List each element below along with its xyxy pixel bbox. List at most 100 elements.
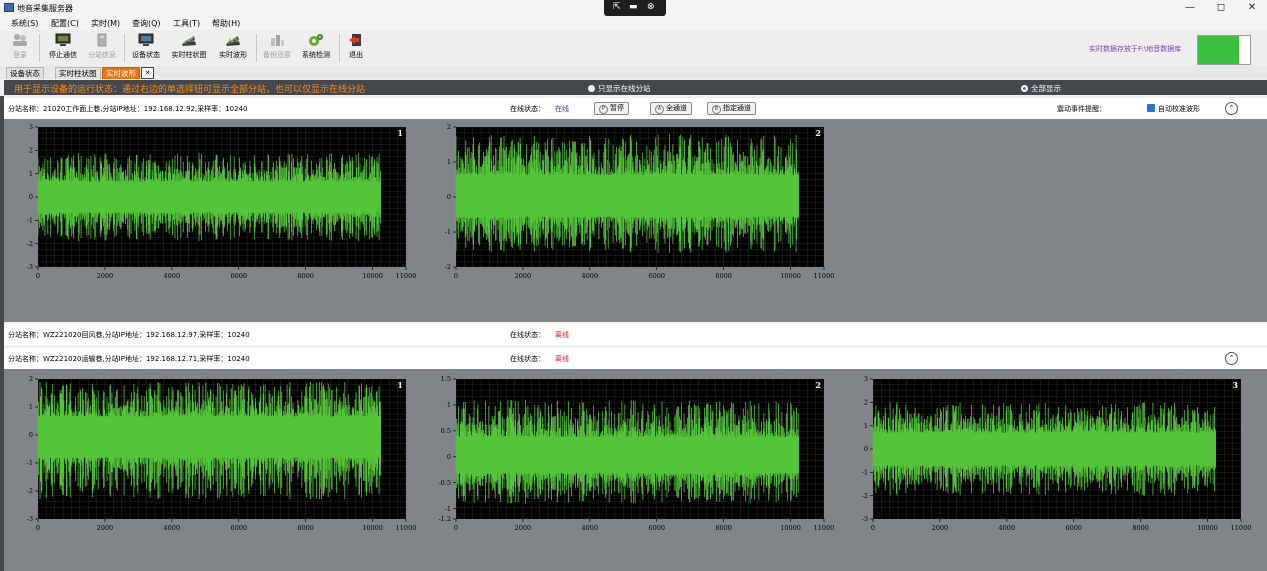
- exit-icon: [349, 34, 361, 46]
- login-button[interactable]: 登录: [8, 33, 32, 63]
- x-tick-label: 10000: [362, 524, 383, 532]
- y-tick-label: 0: [29, 193, 33, 201]
- x-tick-label: 6000: [230, 524, 247, 532]
- y-tick-label: -3: [27, 515, 33, 523]
- storage-path-text: 实时数据存放于F:\地音数据库: [1089, 45, 1182, 53]
- tab-strip: 设备状态 实时柱状图 实时波形: [0, 66, 1267, 79]
- y-tick-label: 0: [447, 453, 451, 461]
- x-tick-label: 4000: [999, 524, 1016, 532]
- y-tick-label: -2: [27, 487, 33, 495]
- y-tick-label: 2: [29, 147, 33, 155]
- x-tick-label: 4000: [582, 272, 599, 280]
- y-tick-label: -3: [27, 263, 33, 271]
- channel-number: 1: [397, 380, 403, 390]
- radio-show-all[interactable]: 全部显示: [1021, 83, 1061, 94]
- specified-channels-button[interactable]: B 指定通道: [707, 102, 756, 115]
- realtime-bar-chart-label: 实时柱状图: [171, 51, 207, 59]
- waveform-svg: 0 2000 4000 6000 8000 10000 11000 -3 -2 -1 0 1 2 1: [27, 375, 417, 532]
- close-circle-icon[interactable]: ⊗: [647, 2, 655, 12]
- menu-help[interactable]: 帮助(H): [212, 18, 240, 29]
- realtime-waveform-button[interactable]: 实时波形: [214, 33, 252, 63]
- toolbar-separator: [339, 34, 340, 62]
- backup-icon: [271, 35, 284, 46]
- minimize-button[interactable]: —: [1176, 1, 1204, 15]
- backup-restore-button[interactable]: 备份还原: [259, 33, 295, 63]
- realtime-bar-chart-button[interactable]: 实时柱状图: [167, 33, 211, 63]
- device-status-label: 设备状态: [132, 51, 160, 59]
- system-check-button[interactable]: 系统检测: [298, 33, 334, 63]
- info-bar: 用于显示设备的运行状态：通过右边的单选择钮可显示全部分站，也可以仅显示在线分站 …: [4, 80, 1267, 95]
- radio-show-all-label: 全部显示: [1031, 84, 1061, 93]
- stop-comm-button[interactable]: 停止通信: [44, 33, 82, 63]
- x-tick-label: 0: [454, 272, 458, 280]
- menu-tools[interactable]: 工具(T): [173, 18, 200, 29]
- station-info-button[interactable]: 分站信息: [84, 33, 120, 63]
- waveform-svg: 0 2000 4000 6000 8000 10000 11000 -2 -1 0 1 2 2: [445, 123, 835, 280]
- x-tick-label: 6000: [648, 524, 665, 532]
- y-tick-label: 2: [447, 123, 451, 131]
- x-tick-label: 0: [36, 524, 40, 532]
- radio-online-only[interactable]: 只显示在线分站: [588, 83, 651, 94]
- pause-button[interactable]: P 暂停: [594, 102, 629, 115]
- all-channels-button[interactable]: A 全通道: [650, 102, 692, 115]
- y-tick-label: -1.2: [438, 515, 451, 523]
- monitor-icon: [55, 33, 71, 46]
- y-tick-label: -1: [445, 228, 451, 236]
- y-tick-label: 1.5: [441, 375, 451, 383]
- x-tick-label: 0: [454, 524, 458, 532]
- y-tick-label: 0: [864, 445, 868, 453]
- tab-realtime-waveform[interactable]: 实时波形: [102, 67, 140, 79]
- y-tick-label: -2: [27, 240, 33, 248]
- status-label: 在线状态：: [510, 355, 545, 363]
- x-tick-label: 8000: [715, 524, 732, 532]
- y-tick-label: 2: [864, 399, 868, 407]
- menu-system[interactable]: 系统(S): [11, 18, 38, 29]
- x-tick-label: 11000: [1231, 524, 1252, 532]
- waveform-chart: 0 2000 4000 6000 8000 10000 11000 -1.2 -1 -0.5 0 0.…: [432, 375, 842, 537]
- close-button[interactable]: ✕: [1238, 1, 1266, 15]
- y-tick-label: 0: [447, 193, 451, 201]
- all-channels-key-icon: A: [655, 105, 664, 114]
- y-tick-label: 3: [29, 123, 33, 131]
- x-tick-label: 2000: [97, 524, 114, 532]
- x-tick-label: 8000: [1132, 524, 1149, 532]
- tab-device-status[interactable]: 设备状态: [6, 67, 44, 79]
- y-tick-label: 1: [29, 403, 33, 411]
- menu-bar: 系统(S) 配置(C) 实时(M) 查询(Q) 工具(T) 帮助(H): [0, 16, 1267, 30]
- collapse-up-icon[interactable]: ⌃: [1225, 102, 1238, 115]
- x-tick-label: 2000: [515, 524, 532, 532]
- y-tick-label: -2: [445, 263, 451, 271]
- pin-icon[interactable]: ⇱: [613, 2, 621, 12]
- event-alert-label: 震动事件提醒：: [1057, 105, 1106, 113]
- menu-config[interactable]: 配置(C): [51, 18, 79, 29]
- menu-realtime[interactable]: 实时(M): [91, 18, 120, 29]
- waveform-svg: 0 2000 4000 6000 8000 10000 11000 -3 -2 -1 0 1 2 3 1: [27, 123, 417, 280]
- tab-close-icon[interactable]: ✕: [141, 67, 154, 79]
- monitor-icon[interactable]: ▬: [629, 2, 638, 12]
- x-tick-label: 10000: [362, 272, 383, 280]
- waveform-panel: 0 2000 4000 6000 8000 10000 11000 -3 -2 -1 0 1 2 1 02…: [4, 369, 1267, 571]
- station-info: 分站名称：WZ221020运输巷,分站IP地址：192.168.12.71,采样…: [8, 355, 250, 363]
- y-tick-label: -1: [27, 217, 33, 225]
- auto-calibrate-checkbox[interactable]: [1147, 104, 1155, 112]
- channel-number: 1: [397, 128, 403, 138]
- radio-online-only-label: 只显示在线分站: [598, 84, 651, 93]
- x-tick-label: 0: [36, 272, 40, 280]
- remote-control-bar: ⇱ ▬ ⊗: [604, 0, 666, 16]
- x-tick-label: 4000: [582, 524, 599, 532]
- device-status-button[interactable]: 设备状态: [128, 33, 164, 63]
- y-tick-label: 0: [29, 431, 33, 439]
- stop-comm-label: 停止通信: [49, 51, 77, 59]
- menu-query[interactable]: 查询(Q): [132, 18, 161, 29]
- tab-realtime-bar-chart[interactable]: 实时柱状图: [55, 67, 101, 79]
- exit-button[interactable]: 退出: [344, 33, 368, 63]
- waveform-chart: 0 2000 4000 6000 8000 10000 11000 -3 -2 -1 0 1 2 3 3: [849, 375, 1259, 537]
- monitor-icon: [138, 33, 154, 46]
- auto-calibrate-label: 自动校准波形: [1158, 105, 1200, 113]
- backup-restore-label: 备份还原: [263, 51, 291, 59]
- collapse-up-icon[interactable]: ⌃: [1225, 352, 1238, 365]
- exit-label: 退出: [349, 51, 363, 59]
- restore-button[interactable]: ◻: [1207, 1, 1235, 15]
- x-tick-label: 2000: [932, 524, 949, 532]
- x-tick-label: 11000: [814, 524, 835, 532]
